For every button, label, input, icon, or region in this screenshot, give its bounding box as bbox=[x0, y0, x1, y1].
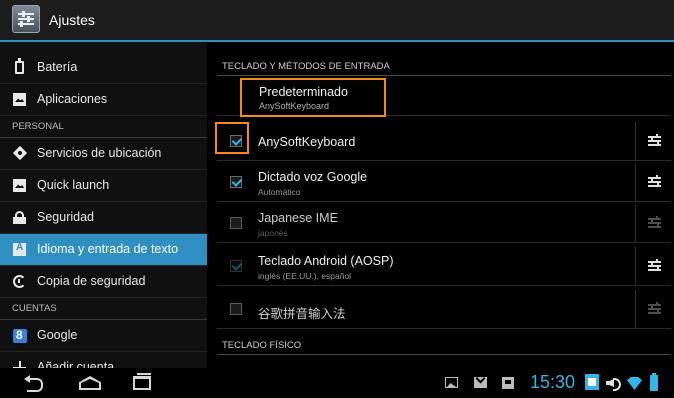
lock-icon bbox=[13, 211, 26, 224]
sidebar-item-label: Servicios de ubicación bbox=[37, 146, 162, 160]
input-method-summary: Automático bbox=[258, 187, 301, 197]
quick-launch-icon bbox=[13, 179, 26, 192]
input-method-row[interactable]: Teclado Android (AOSP) inglés (EE.UU.), … bbox=[217, 247, 671, 286]
sidebar-item-label: Google bbox=[37, 328, 78, 342]
sidebar-item-apps[interactable]: Aplicaciones bbox=[0, 84, 207, 116]
input-method-settings-button[interactable] bbox=[635, 247, 671, 286]
sidebar-item-label: Idioma y entrada de texto bbox=[37, 242, 179, 256]
highlight-default-keyboard bbox=[240, 78, 386, 117]
input-method-summary: japonés bbox=[258, 228, 288, 238]
backup-icon bbox=[13, 275, 26, 288]
home-icon[interactable] bbox=[79, 376, 101, 390]
sidebar-item-label: Aplicaciones bbox=[37, 92, 108, 106]
input-method-row[interactable]: AnySoftKeyboard bbox=[217, 122, 671, 161]
input-method-name: Teclado Android (AOSP) bbox=[258, 254, 394, 268]
highlight-anysoftkeyboard-checkbox bbox=[215, 122, 249, 154]
status-clock[interactable]: 15:30 bbox=[530, 372, 575, 393]
sidebar-item-quick-launch[interactable]: Quick launch bbox=[0, 170, 207, 202]
plus-icon bbox=[13, 361, 26, 368]
input-method-settings-button[interactable] bbox=[635, 290, 671, 329]
mail-notification-icon[interactable] bbox=[474, 377, 487, 388]
checkbox[interactable] bbox=[230, 176, 242, 188]
recent-apps-icon[interactable] bbox=[133, 373, 151, 390]
sidebar-item-label: Copia de seguridad bbox=[37, 274, 146, 288]
sidebar-item-backup[interactable]: Copia de seguridad bbox=[0, 266, 207, 298]
battery-icon bbox=[15, 58, 24, 74]
section-title-physical-keyboard: TECLADO FÍSICO bbox=[222, 340, 302, 351]
checkbox[interactable] bbox=[230, 260, 242, 272]
screenshot-icon[interactable] bbox=[585, 374, 599, 390]
gallery-notification-icon[interactable] bbox=[445, 377, 458, 388]
app-title: Ajustes bbox=[49, 12, 95, 28]
sidebar-item-security[interactable]: Seguridad bbox=[0, 202, 207, 234]
settings-sidebar: Batería Aplicaciones PERSONAL Servicios … bbox=[0, 42, 207, 368]
settings-detail-pane: TECLADO Y MÉTODOS DE ENTRADA Predetermin… bbox=[207, 42, 674, 368]
settings-sliders-icon bbox=[648, 302, 661, 315]
input-method-settings-button[interactable] bbox=[635, 122, 671, 161]
settings-app-icon[interactable] bbox=[12, 5, 40, 33]
sidebar-item-battery[interactable]: Batería bbox=[0, 52, 207, 84]
sidebar-item-location[interactable]: Servicios de ubicación bbox=[0, 138, 207, 170]
input-method-row[interactable]: Japanese IME japonés bbox=[217, 204, 671, 243]
sidebar-header-accounts: CUENTAS bbox=[0, 300, 207, 320]
input-method-summary: inglés (EE.UU.), español bbox=[258, 271, 352, 281]
back-icon[interactable] bbox=[24, 375, 44, 392]
wifi-icon[interactable] bbox=[627, 377, 642, 390]
sidebar-header-personal: PERSONAL bbox=[0, 118, 207, 138]
settings-sliders-icon bbox=[648, 175, 661, 188]
battery-status-icon[interactable] bbox=[650, 373, 658, 391]
input-method-name: Dictado voz Google bbox=[258, 170, 368, 184]
sidebar-item-label: Seguridad bbox=[37, 210, 94, 224]
google-icon bbox=[13, 328, 27, 343]
input-method-row[interactable]: 谷歌拼音输入法 bbox=[217, 290, 671, 329]
sidebar-item-label: Quick launch bbox=[37, 178, 110, 192]
input-method-name: Japanese IME bbox=[258, 211, 338, 225]
sidebar-item-label: Añadir cuenta bbox=[37, 360, 115, 368]
location-icon bbox=[12, 145, 28, 161]
system-navigation-bar: 15:30 bbox=[0, 368, 674, 398]
checkbox[interactable] bbox=[230, 217, 242, 229]
input-method-settings-button[interactable] bbox=[635, 163, 671, 202]
input-method-name: 谷歌拼音输入法 bbox=[258, 307, 346, 321]
sidebar-item-add-account[interactable]: Añadir cuenta bbox=[0, 352, 207, 368]
section-title-keyboard: TECLADO Y MÉTODOS DE ENTRADA bbox=[222, 61, 390, 72]
language-icon bbox=[13, 242, 26, 256]
sidebar-header-label: CUENTAS bbox=[12, 303, 57, 314]
checkbox[interactable] bbox=[230, 303, 242, 315]
input-method-settings-button[interactable] bbox=[635, 204, 671, 243]
input-method-row[interactable]: Dictado voz Google Automático bbox=[217, 163, 671, 202]
sidebar-item-label: Batería bbox=[37, 60, 78, 74]
sidebar-header-label: PERSONAL bbox=[12, 121, 64, 132]
input-method-name: AnySoftKeyboard bbox=[258, 135, 356, 149]
section-divider bbox=[217, 354, 671, 355]
store-notification-icon[interactable] bbox=[502, 377, 514, 389]
sidebar-item-google[interactable]: Google bbox=[0, 320, 207, 352]
settings-sliders-icon bbox=[648, 216, 661, 229]
settings-sliders-icon bbox=[648, 259, 661, 272]
volume-icon[interactable] bbox=[606, 377, 621, 391]
action-bar: Ajustes bbox=[0, 0, 674, 42]
sidebar-item-language-input[interactable]: Idioma y entrada de texto bbox=[0, 234, 207, 266]
settings-sliders-icon bbox=[648, 134, 661, 147]
apps-icon bbox=[13, 93, 26, 106]
